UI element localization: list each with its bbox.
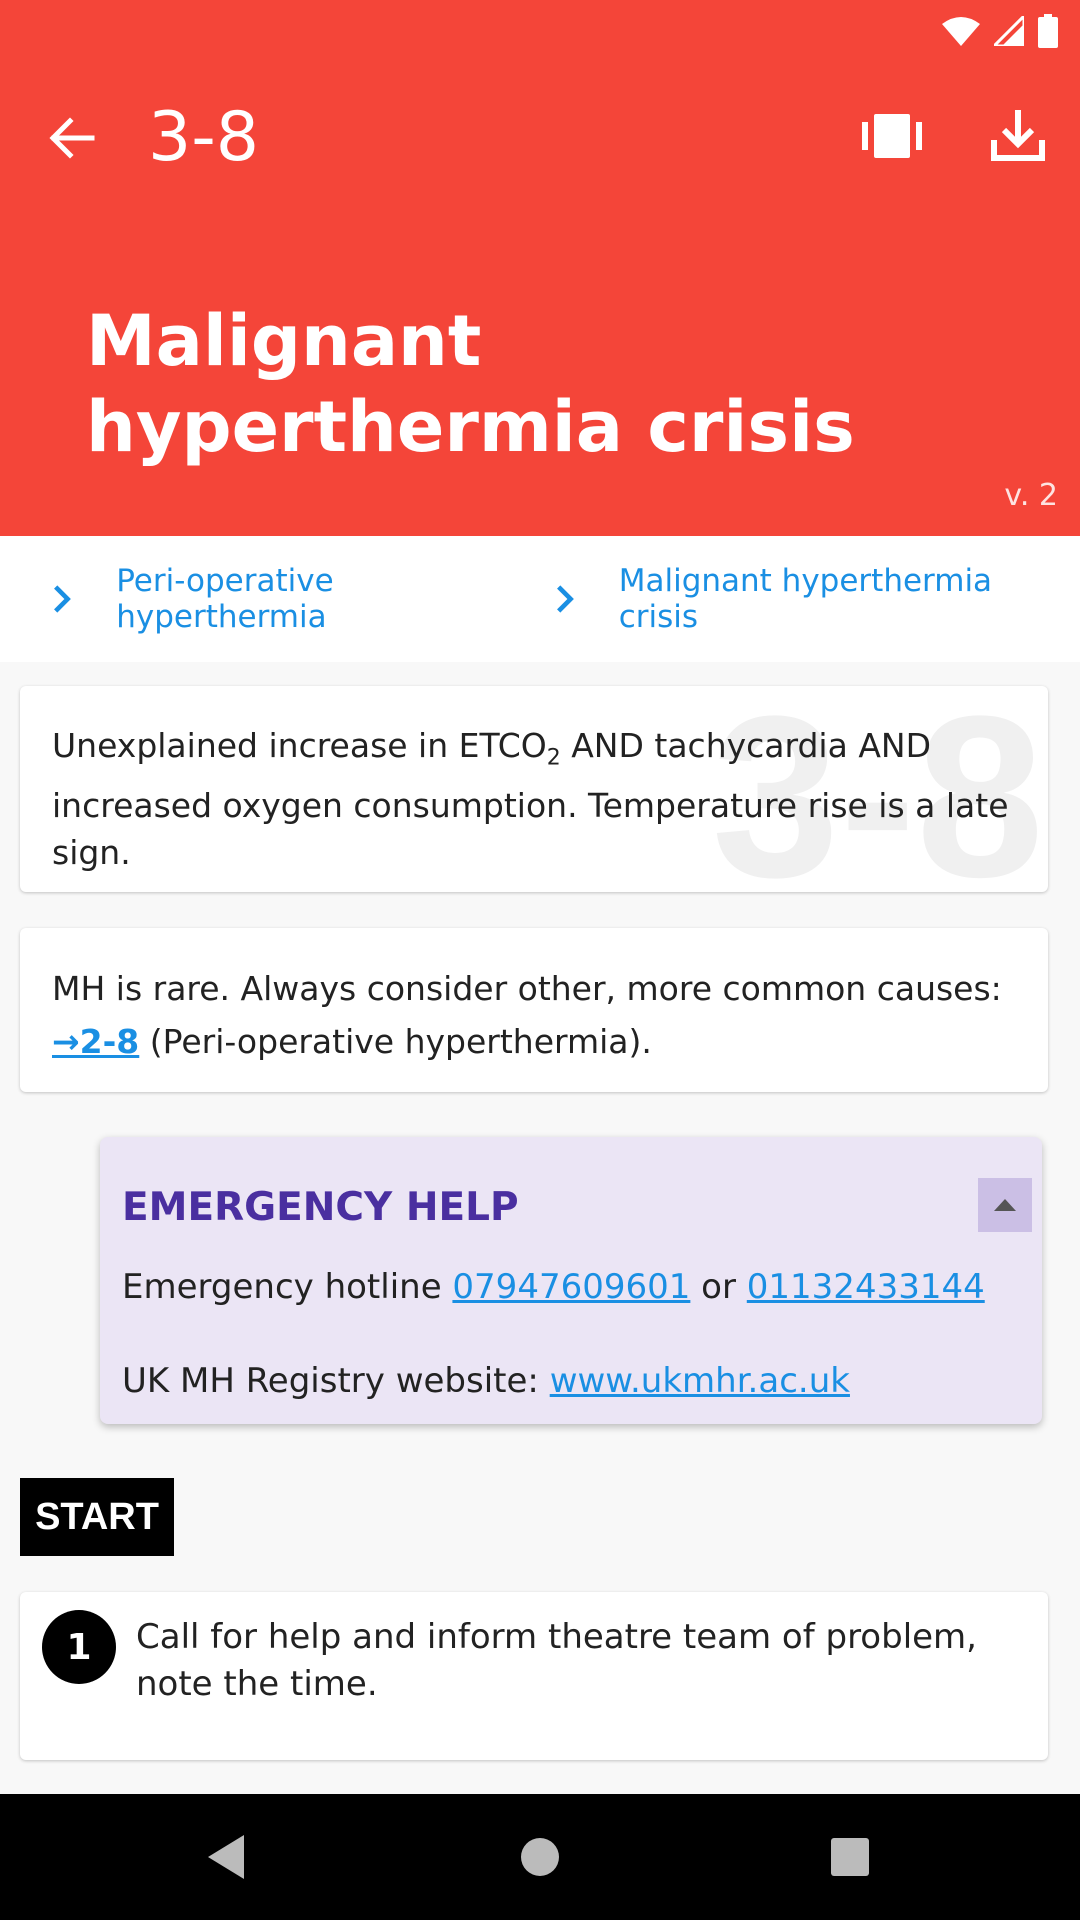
note-text-part: MH is rare. Always consider other, more … [52, 969, 1002, 1008]
note-card: MH is rare. Always consider other, more … [20, 928, 1048, 1092]
triangle-back-icon [208, 1835, 244, 1879]
emergency-title: EMERGENCY HELP [122, 1185, 519, 1230]
step-card: 1 Call for help and inform theatre team … [20, 1592, 1048, 1760]
square-recents-icon [831, 1838, 869, 1876]
app-header: 3-8 Malignant hyperthermia crisis v. 2 [0, 0, 1080, 536]
info-text: Unexplained increase in ETCO2 AND tachyc… [20, 686, 1048, 876]
page-heading: Malignant hyperthermia crisis [86, 300, 855, 468]
toolbar-title: 3-8 [148, 98, 260, 177]
collapse-toggle[interactable] [978, 1178, 1032, 1232]
note-text: MH is rare. Always consider other, more … [20, 928, 1048, 1068]
info-text-part: Unexplained increase in ETCO [52, 726, 547, 765]
subscript: 2 [546, 745, 561, 771]
website-line: UK MH Registry website: www.ukmhr.ac.uk [122, 1361, 850, 1401]
breadcrumb-item[interactable]: Malignant hyperthermia crisis [555, 563, 1045, 635]
carousel-icon [862, 114, 922, 158]
website-label: UK MH Registry website: [122, 1361, 550, 1401]
triangle-up-icon [994, 1199, 1016, 1211]
arrow-left-icon [49, 117, 95, 159]
breadcrumb-label[interactable]: Peri-operative hyperthermia [116, 563, 518, 635]
hotline-line: Emergency hotline 07947609601 or 0113243… [122, 1267, 985, 1307]
nav-recents-button[interactable] [820, 1827, 880, 1887]
emergency-help-panel: EMERGENCY HELP Emergency hotline 0794760… [100, 1137, 1042, 1424]
step-number: 1 [42, 1610, 116, 1684]
note-text-part: (Peri-operative hyperthermia). [139, 1022, 652, 1061]
chevron-right-icon [54, 585, 71, 613]
system-nav-bar [0, 1794, 1080, 1920]
version-label: v. 2 [1004, 478, 1058, 513]
breadcrumb-label[interactable]: Malignant hyperthermia crisis [619, 563, 1044, 635]
cell-signal-icon [994, 16, 1024, 46]
circle-home-icon [521, 1838, 559, 1876]
start-badge: START [20, 1478, 174, 1556]
nav-back-button[interactable] [196, 1827, 256, 1887]
website-link[interactable]: www.ukmhr.ac.uk [550, 1361, 850, 1401]
step-text: Call for help and inform theatre team of… [136, 1617, 977, 1704]
phone-link-1[interactable]: 07947609601 [452, 1267, 690, 1307]
battery-icon [1038, 14, 1058, 48]
carousel-button[interactable] [862, 108, 922, 168]
or-text: or [690, 1267, 747, 1307]
hotline-label: Emergency hotline [122, 1267, 453, 1307]
nav-home-button[interactable] [510, 1827, 570, 1887]
download-icon [991, 110, 1045, 161]
breadcrumb: Peri-operative hyperthermia Malignant hy… [0, 536, 1080, 662]
chevron-right-icon [556, 585, 574, 613]
info-card: 3-8 Unexplained increase in ETCO2 AND ta… [20, 686, 1048, 892]
breadcrumb-item[interactable]: Peri-operative hyperthermia [52, 563, 519, 635]
wifi-icon [942, 17, 980, 46]
crossref-link[interactable]: →2-8 [52, 1022, 139, 1061]
status-bar [840, 0, 1080, 60]
back-button[interactable] [44, 110, 100, 166]
download-button[interactable] [988, 106, 1048, 166]
phone-link-2[interactable]: 01132433144 [747, 1267, 985, 1307]
